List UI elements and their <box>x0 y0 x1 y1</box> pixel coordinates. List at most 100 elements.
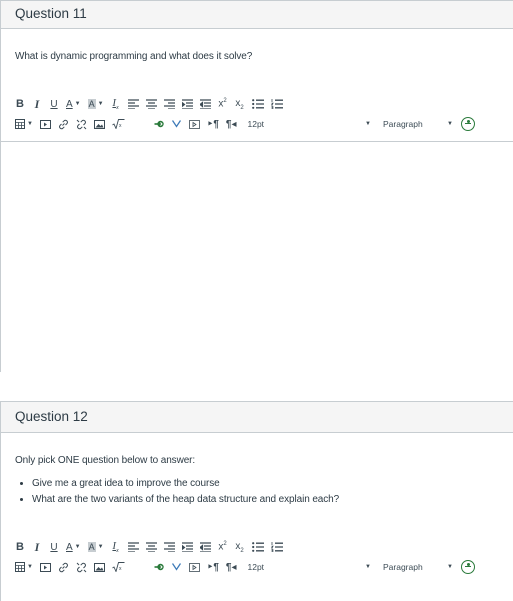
paragraph-rtl-icon: ¶◂ <box>225 118 237 130</box>
unlink-button[interactable] <box>76 116 87 132</box>
media-button[interactable] <box>39 116 51 132</box>
rtl-direction-button[interactable]: ¶◂ <box>226 559 237 575</box>
numbered-list-button[interactable] <box>270 539 283 555</box>
text-color-icon: A <box>66 98 73 110</box>
embed-media-icon <box>189 119 200 129</box>
chevron-down-icon[interactable]: ▼ <box>365 121 371 127</box>
svg-text:x: x <box>119 566 122 572</box>
unlink-icon <box>76 562 87 572</box>
highlight-color-button[interactable]: A ▼ <box>87 96 104 112</box>
accessibility-checker-icon[interactable] <box>461 117 475 131</box>
table-button[interactable]: ▼ <box>15 116 33 132</box>
subscript-button[interactable]: x2 <box>235 96 245 112</box>
bullet-list-button[interactable] <box>251 539 264 555</box>
bullet-list-button[interactable] <box>251 96 264 112</box>
bold-button[interactable]: B <box>15 539 25 555</box>
align-right-button[interactable] <box>163 96 175 112</box>
italic-button[interactable]: I <box>32 539 42 555</box>
indent-button[interactable] <box>181 96 193 112</box>
image-icon <box>93 562 105 572</box>
embed-media-icon <box>189 562 200 572</box>
align-center-icon <box>145 542 157 552</box>
subscript-button[interactable]: x2 <box>235 539 245 555</box>
subscript-icon: x2 <box>235 97 244 111</box>
align-left-button[interactable] <box>127 539 139 555</box>
toolbar-row-1: B I U A ▼ A ▼ Ix x2 x2 <box>15 538 290 556</box>
chevron-down-icon: ▼ <box>27 121 33 127</box>
table-button[interactable]: ▼ <box>15 559 33 575</box>
outdent-icon <box>199 99 211 109</box>
align-left-button[interactable] <box>127 96 139 112</box>
apps-button[interactable] <box>172 559 182 575</box>
superscript-button[interactable]: x2 <box>218 539 228 555</box>
indent-icon <box>181 542 193 552</box>
outdent-button[interactable] <box>199 539 211 555</box>
numbered-list-icon <box>270 542 283 552</box>
rich-text-toolbar: B I U A ▼ A ▼ Ix x2 x2 ▼ x ‣¶ ¶◂ 12pt ▼ … <box>15 95 497 135</box>
italic-button[interactable]: I <box>32 96 42 112</box>
block-format-dropdown[interactable]: Paragraph <box>383 119 423 129</box>
toolbar-row-1: B I U A ▼ A ▼ Ix x2 x2 <box>15 95 290 113</box>
answer-editor[interactable] <box>1 141 513 373</box>
rtl-direction-button[interactable]: ¶◂ <box>226 116 237 132</box>
chevron-down-icon: ▼ <box>97 544 104 550</box>
ltr-direction-button[interactable]: ‣¶ <box>207 559 219 575</box>
block-format-dropdown[interactable]: Paragraph <box>383 562 423 572</box>
numbered-list-button[interactable] <box>270 96 283 112</box>
question-text: Only pick ONE question below to answer: <box>15 455 196 466</box>
insert-link-button[interactable] <box>58 116 69 132</box>
apps-chevron-icon <box>172 563 182 571</box>
image-button[interactable] <box>93 116 105 132</box>
align-right-icon <box>163 99 175 109</box>
paragraph-ltr-icon: ‣¶ <box>206 561 219 573</box>
toolbar-row-2: ▼ x ‣¶ ¶◂ 12pt <box>15 558 271 576</box>
highlight-color-button[interactable]: A ▼ <box>87 539 104 555</box>
bullet-list-icon <box>251 542 264 552</box>
outdent-button[interactable] <box>199 96 211 112</box>
text-color-button[interactable]: A ▼ <box>66 96 81 112</box>
chevron-down-icon[interactable]: ▼ <box>365 564 371 570</box>
equation-button[interactable]: x <box>112 559 125 575</box>
ltr-direction-button[interactable]: ‣¶ <box>207 116 219 132</box>
lti-tool-button[interactable] <box>154 116 165 132</box>
square-root-icon: x <box>112 119 125 129</box>
align-center-button[interactable] <box>145 539 157 555</box>
square-root-icon: x <box>112 562 125 572</box>
image-button[interactable] <box>93 559 105 575</box>
underline-button[interactable]: U <box>49 96 59 112</box>
question-12: Question 12 Only pick ONE question below… <box>0 401 513 601</box>
embed-media-button[interactable] <box>189 116 200 132</box>
indent-icon <box>181 99 193 109</box>
lti-tool-button[interactable] <box>154 559 165 575</box>
media-button[interactable] <box>39 559 51 575</box>
clear-formatting-button[interactable]: Ix <box>111 96 121 112</box>
insert-link-button[interactable] <box>58 559 69 575</box>
chevron-down-icon: ▼ <box>97 101 104 107</box>
unlink-button[interactable] <box>76 559 87 575</box>
superscript-button[interactable]: x2 <box>218 96 228 112</box>
bold-button[interactable]: B <box>15 96 25 112</box>
indent-button[interactable] <box>181 539 193 555</box>
chevron-down-icon[interactable]: ▼ <box>447 564 453 570</box>
text-color-button[interactable]: A ▼ <box>66 539 81 555</box>
numbered-list-icon <box>270 99 283 109</box>
clear-formatting-button[interactable]: Ix <box>111 539 121 555</box>
align-center-icon <box>145 99 157 109</box>
align-right-button[interactable] <box>163 539 175 555</box>
equation-button[interactable]: x <box>112 116 125 132</box>
font-size-dropdown[interactable]: 12pt <box>248 116 265 132</box>
question-title: Question 12 <box>1 402 513 433</box>
chevron-down-icon[interactable]: ▼ <box>447 121 453 127</box>
question-title: Question 11 <box>1 1 513 29</box>
link-icon <box>59 119 68 129</box>
accessibility-checker-icon[interactable] <box>461 560 475 574</box>
superscript-icon: x2 <box>218 98 227 110</box>
outdent-icon <box>199 542 211 552</box>
font-size-dropdown[interactable]: 12pt <box>248 559 265 575</box>
apps-button[interactable] <box>172 116 182 132</box>
media-icon <box>39 562 51 572</box>
list-item: Give me a great idea to improve the cour… <box>32 478 339 490</box>
underline-button[interactable]: U <box>49 539 59 555</box>
embed-media-button[interactable] <box>189 559 200 575</box>
align-center-button[interactable] <box>145 96 157 112</box>
